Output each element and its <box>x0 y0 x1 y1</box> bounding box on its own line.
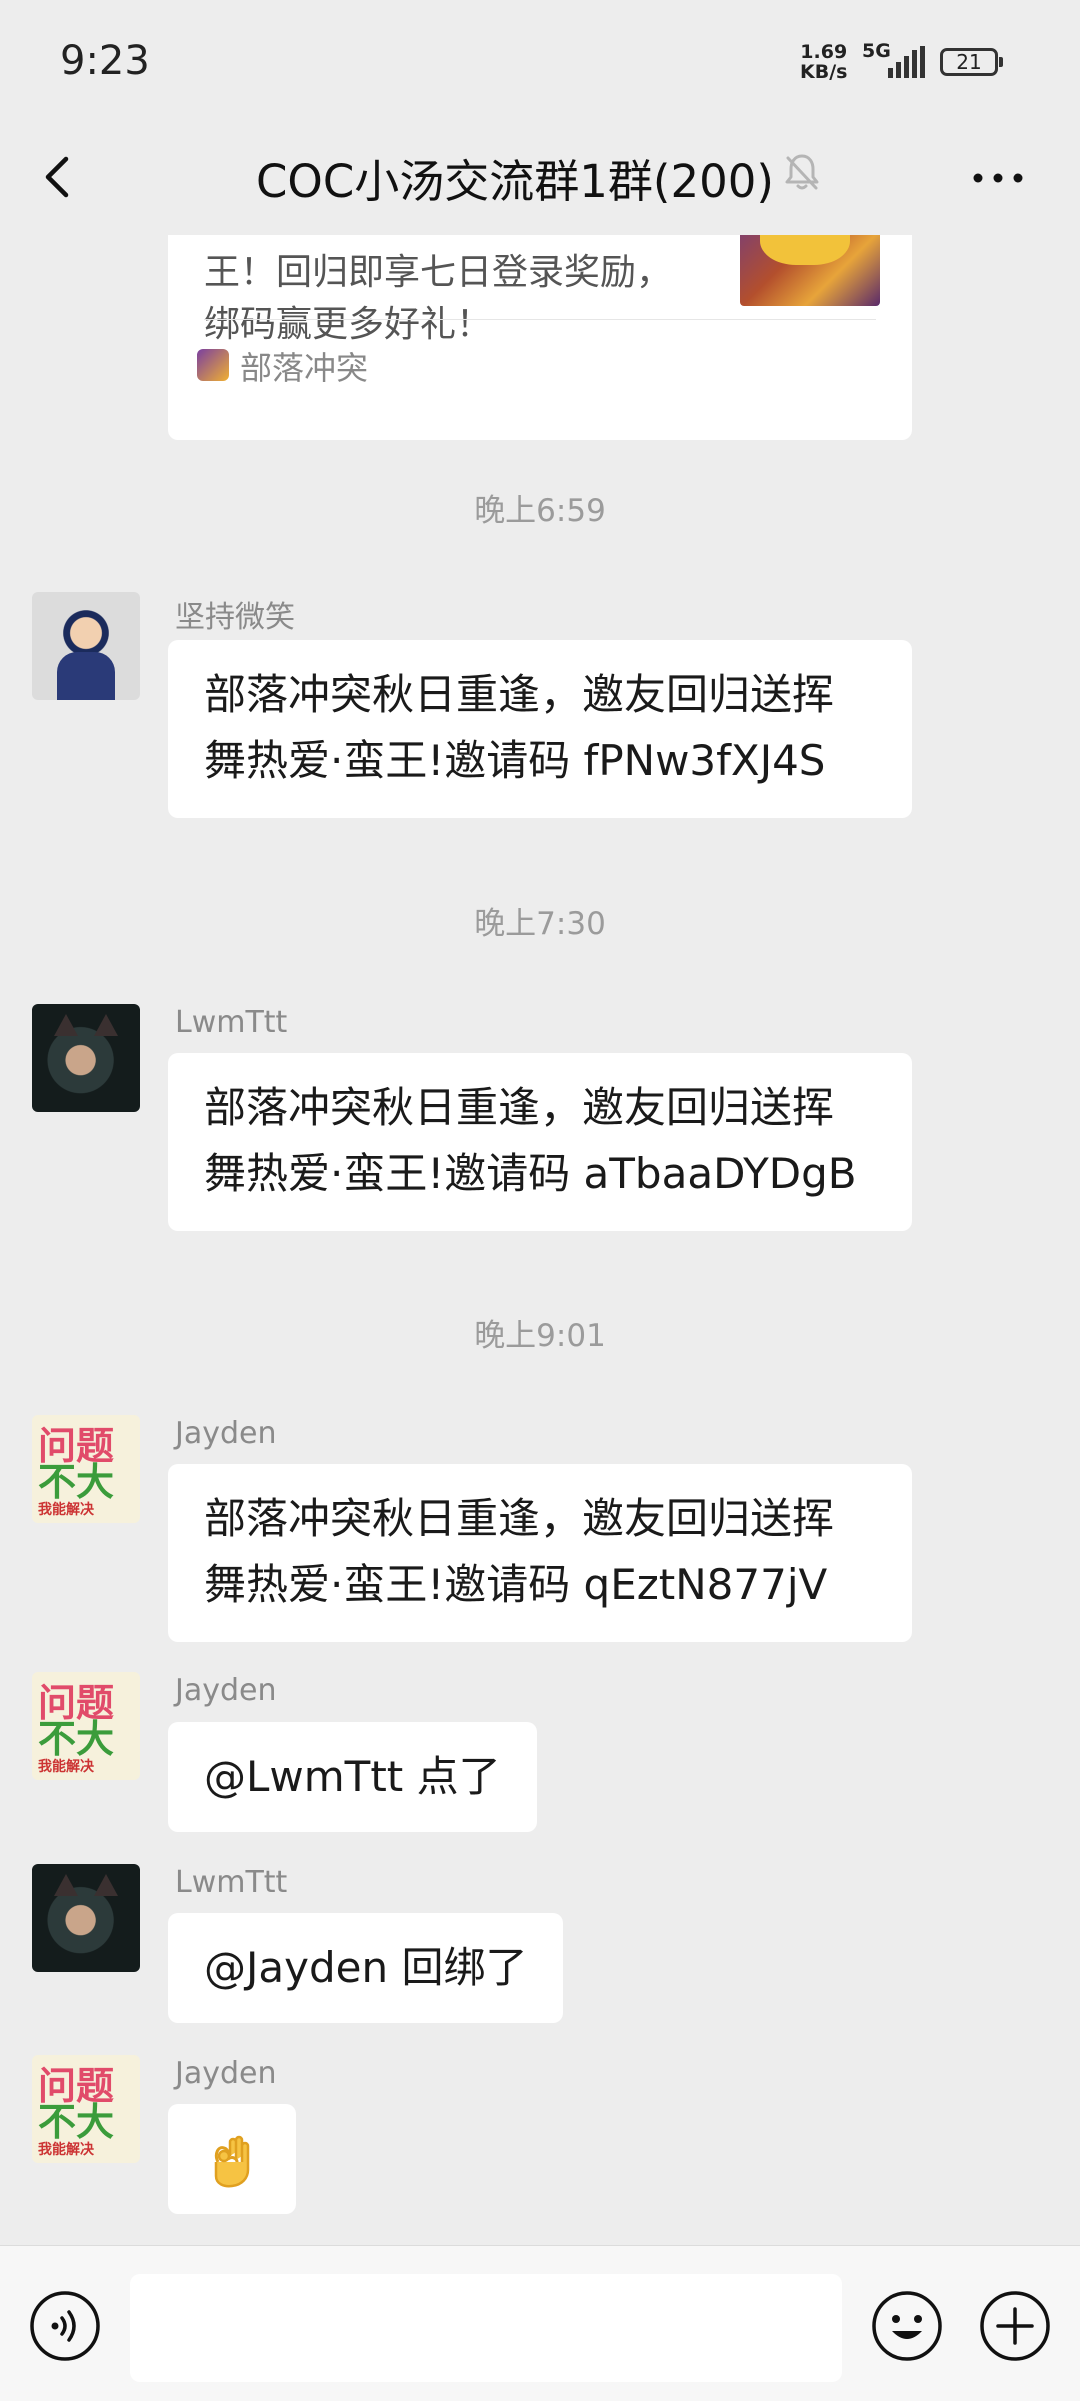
battery-icon: 21 <box>940 48 1003 76</box>
more-dots-icon[interactable] <box>968 153 1028 203</box>
message-bubble[interactable]: 部落冲突秋日重逢，邀友回归送挥 舞热爱·蛮王!邀请码 aTbaaDYDgB <box>168 1053 912 1231</box>
sticker-text: 我能解决 <box>38 1759 94 1775</box>
message-bubble[interactable] <box>168 2104 296 2214</box>
sticker-text: 不大 <box>38 1717 115 1761</box>
sticker-text: 我能解决 <box>38 2142 94 2158</box>
sender-name: Jayden <box>175 1673 277 1708</box>
avatar[interactable] <box>32 1864 140 1972</box>
avatar[interactable] <box>32 1004 140 1112</box>
card-description: 王！回归即享七日登录奖励， 绑码赢更多好礼！ <box>204 252 673 345</box>
network-speed-unit: KB/s <box>800 61 848 83</box>
avatar[interactable]: 问题 不大 我能解决 <box>32 1415 140 1523</box>
signal-icon <box>888 46 925 78</box>
message-timestamp: 晚上9:01 <box>474 1318 606 1354</box>
sender-name: 坚持微笑 <box>175 600 295 635</box>
card-source-name: 部落冲突 <box>240 349 369 387</box>
sender-name: LwmTtt <box>175 1865 288 1900</box>
shared-game-card[interactable]: 王！回归即享七日登录奖励， 绑码赢更多好礼！ 部落冲突 <box>168 235 912 440</box>
message-bubble[interactable]: @LwmTtt 点了 <box>168 1722 537 1832</box>
network-type: 5G <box>862 40 891 62</box>
emoji-icon[interactable] <box>870 2289 944 2363</box>
chat-messages-area[interactable]: 王！回归即享七日登录奖励， 绑码赢更多好礼！ 部落冲突 晚上6:59 坚持微笑 … <box>0 235 1080 2245</box>
sender-name: Jayden <box>175 2056 277 2091</box>
game-app-icon <box>197 349 229 381</box>
status-bar: 9:23 1.69 KB/s 5G 21 <box>0 0 1080 125</box>
message-timestamp: 晚上7:30 <box>474 906 606 942</box>
plus-icon[interactable] <box>978 2289 1052 2363</box>
message-bubble[interactable]: @Jayden 回绑了 <box>168 1913 564 2023</box>
mute-bell-icon <box>785 154 819 190</box>
message-bubble[interactable]: 部落冲突秋日重逢，邀友回归送挥 舞热爱·蛮王!邀请码 qEztN877jV <box>168 1464 912 1642</box>
sticker-text: 不大 <box>38 1460 115 1504</box>
avatar[interactable] <box>32 592 140 700</box>
card-thumbnail-image <box>740 235 880 306</box>
chat-header: COC小汤交流群1群(200) <box>0 125 1080 235</box>
status-time: 9:23 <box>60 38 150 84</box>
ok-hand-emoji <box>214 2135 250 2188</box>
back-arrow-icon[interactable] <box>30 147 90 207</box>
sticker-text: 我能解决 <box>38 1502 94 1518</box>
input-bar <box>0 2245 1080 2401</box>
network-speed-value: 1.69 <box>800 41 848 63</box>
message-timestamp: 晚上6:59 <box>474 493 606 529</box>
avatar[interactable]: 问题 不大 我能解决 <box>32 2055 140 2163</box>
voice-icon[interactable] <box>28 2289 102 2363</box>
sender-name: LwmTtt <box>175 1005 288 1040</box>
message-input[interactable] <box>130 2274 842 2382</box>
message-bubble[interactable]: 部落冲突秋日重逢，邀友回归送挥 舞热爱·蛮王!邀请码 fPNw3fXJ4S <box>168 640 912 818</box>
card-divider <box>204 319 876 320</box>
chat-title: COC小汤交流群1群(200) <box>256 155 774 208</box>
avatar[interactable]: 问题 不大 我能解决 <box>32 1672 140 1780</box>
sticker-text: 不大 <box>38 2100 115 2144</box>
sender-name: Jayden <box>175 1416 277 1451</box>
network-speed: 1.69 KB/s <box>800 42 847 82</box>
